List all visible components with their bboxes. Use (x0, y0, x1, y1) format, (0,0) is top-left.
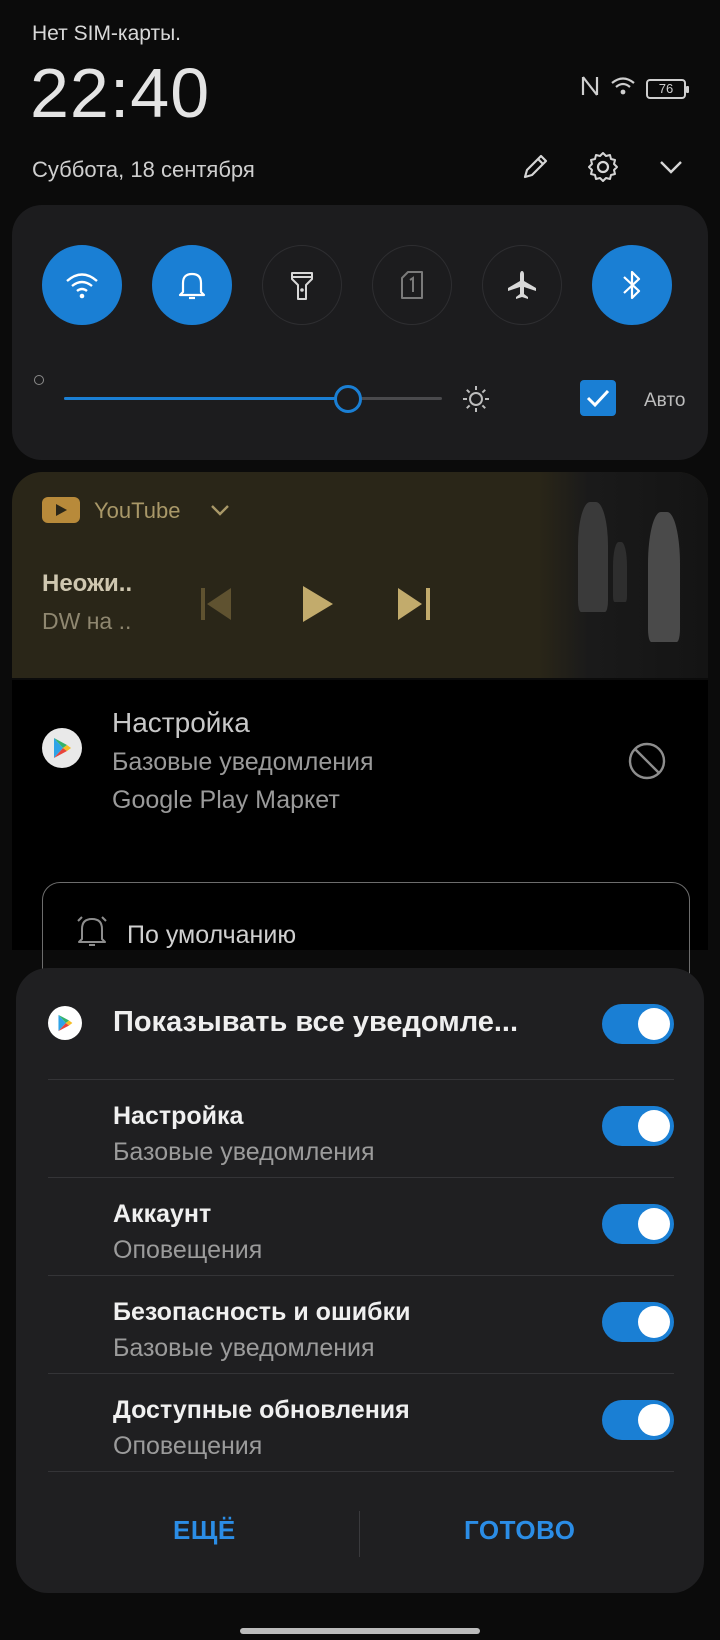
settings-icon[interactable] (584, 148, 622, 186)
brightness-slider[interactable] (64, 385, 442, 413)
bluetooth-tile[interactable] (592, 245, 672, 325)
next-icon[interactable] (394, 584, 434, 629)
more-button[interactable]: ЕЩЁ (173, 1515, 236, 1546)
clock[interactable]: 22:40 (30, 58, 210, 128)
done-button[interactable]: ГОТОВО (464, 1515, 575, 1546)
category-toggle[interactable] (602, 1302, 674, 1342)
category-toggle[interactable] (602, 1106, 674, 1146)
media-app-name: YouTube (94, 498, 181, 523)
category-row[interactable]: Безопасность и ошибки Базовые уведомлени… (48, 1276, 674, 1374)
notification-card: Настройка Базовые уведомления Google Pla… (12, 680, 708, 992)
show-all-toggle[interactable] (602, 1004, 674, 1044)
show-all-label: Показывать все уведомле... (113, 1006, 519, 1038)
expand-chevron-icon[interactable] (209, 502, 231, 523)
category-toggle[interactable] (602, 1400, 674, 1440)
brightness-low-icon (34, 375, 44, 385)
status-icons: 76 (580, 74, 689, 103)
google-play-icon (48, 1006, 82, 1040)
previous-icon[interactable] (197, 584, 237, 629)
notification-categories-sheet: Показывать все уведомле... Настройка Баз… (16, 968, 704, 1593)
media-player-card[interactable]: YouTube Неожи.. DW на .. (12, 472, 708, 678)
category-title: Аккаунт (113, 1200, 212, 1228)
bell-outline-icon (75, 913, 109, 954)
sim-status: Нет SIM-карты. (32, 22, 182, 45)
auto-brightness-checkbox[interactable] (580, 380, 616, 416)
category-row[interactable]: Доступные обновления Оповещения (48, 1374, 674, 1472)
google-play-icon (42, 728, 82, 768)
notification-channel-title: Настройка (112, 707, 250, 738)
category-toggle[interactable] (602, 1204, 674, 1244)
category-subtitle: Оповещения (113, 1432, 263, 1460)
bell-icon (178, 272, 206, 300)
block-icon[interactable] (626, 740, 668, 787)
airplane-icon (508, 271, 536, 299)
brightness-high-icon (462, 385, 490, 418)
quick-tiles (42, 245, 672, 325)
category-row[interactable]: Аккаунт Оповещения (48, 1178, 674, 1276)
quick-settings-panel: Авто (12, 205, 708, 460)
category-title: Настройка (113, 1102, 244, 1130)
media-artwork (538, 472, 708, 678)
chevron-down-icon[interactable] (652, 148, 690, 186)
header-actions (516, 148, 690, 186)
sim-tile[interactable] (372, 245, 452, 325)
sim-icon (401, 271, 423, 299)
auto-brightness-label: Авто (644, 390, 686, 411)
edit-icon[interactable] (516, 148, 554, 186)
flashlight-tile[interactable] (262, 245, 342, 325)
nfc-icon (580, 74, 600, 103)
wifi-signal-icon (610, 75, 636, 102)
airplane-tile[interactable] (482, 245, 562, 325)
category-title: Безопасность и ошибки (113, 1298, 411, 1326)
date-label: Суббота, 18 сентября (32, 157, 255, 182)
wifi-tile[interactable] (42, 245, 122, 325)
sound-tile[interactable] (152, 245, 232, 325)
brightness-fill (64, 397, 348, 400)
show-all-row[interactable]: Показывать все уведомле... (48, 968, 674, 1080)
category-subtitle: Базовые уведомления (113, 1138, 375, 1166)
wifi-icon (66, 273, 98, 299)
bluetooth-icon (623, 270, 641, 300)
category-subtitle: Базовые уведомления (113, 1334, 375, 1362)
category-row[interactable]: Настройка Базовые уведомления (48, 1080, 674, 1178)
media-subtitle: DW на .. (42, 608, 132, 634)
brightness-knob[interactable] (333, 385, 362, 413)
default-option-label: По умолчанию (127, 921, 297, 949)
play-icon[interactable] (297, 584, 337, 629)
battery-indicator: 76 (646, 78, 689, 99)
category-subtitle: Оповещения (113, 1236, 263, 1264)
home-indicator[interactable] (240, 1628, 480, 1634)
check-icon (586, 389, 610, 408)
flashlight-icon (291, 272, 313, 300)
category-title: Доступные обновления (113, 1396, 410, 1424)
notification-channel-type: Базовые уведомления (112, 748, 374, 776)
media-title: Неожи.. (42, 570, 133, 597)
button-divider (359, 1511, 360, 1557)
notification-app-name: Google Play Маркет (112, 786, 340, 814)
youtube-logo-icon (42, 497, 80, 523)
